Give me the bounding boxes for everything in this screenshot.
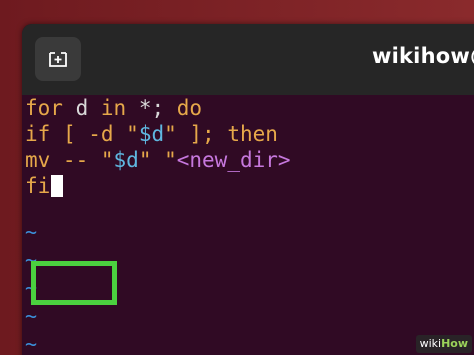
empty-line-marker: ~ — [25, 304, 38, 328]
code-token: [ -d " — [50, 122, 139, 146]
code-token: " ]; — [164, 122, 228, 146]
code-line: for d in *; do — [25, 95, 202, 121]
code-token: $d — [138, 122, 165, 146]
code-token: if — [25, 122, 51, 146]
code-token: then — [227, 122, 278, 146]
watermark-how: How — [441, 337, 468, 350]
text-cursor — [51, 175, 64, 197]
code-token: do — [176, 96, 203, 120]
code-token: for — [25, 96, 63, 120]
code-token: d — [62, 96, 101, 120]
watermark-wiki: wiki — [419, 337, 442, 350]
code-token: <new_dir> — [176, 148, 291, 172]
wikihow-watermark: wikiHow — [415, 335, 472, 353]
terminal-titlebar: wikihow@ — [22, 24, 474, 95]
new-tab-icon — [49, 52, 67, 67]
window-title: wikihow@ — [372, 44, 474, 68]
highlight-box — [31, 261, 117, 305]
code-token: mv -- " — [25, 148, 114, 172]
empty-line-marker: ~ — [25, 220, 38, 244]
code-token: *; — [126, 96, 177, 120]
code-line: if [ -d "$d" ]; then — [25, 121, 278, 147]
terminal-window: wikihow@ for d in *; doif [ -d "$d" ]; t… — [22, 24, 474, 355]
code-token: $d — [113, 148, 139, 172]
code-token: " " — [138, 148, 177, 172]
code-token: in — [100, 96, 127, 120]
empty-line-marker: ~ — [25, 332, 38, 355]
code-line: mv -- "$d" "<new_dir> — [25, 147, 291, 173]
new-tab-button[interactable] — [35, 37, 81, 81]
code-line: fi — [25, 173, 64, 199]
vim-editor[interactable]: for d in *; do if [ -d "$d" ]; then mv -- … — [22, 95, 474, 355]
code-token: fi — [25, 174, 51, 198]
